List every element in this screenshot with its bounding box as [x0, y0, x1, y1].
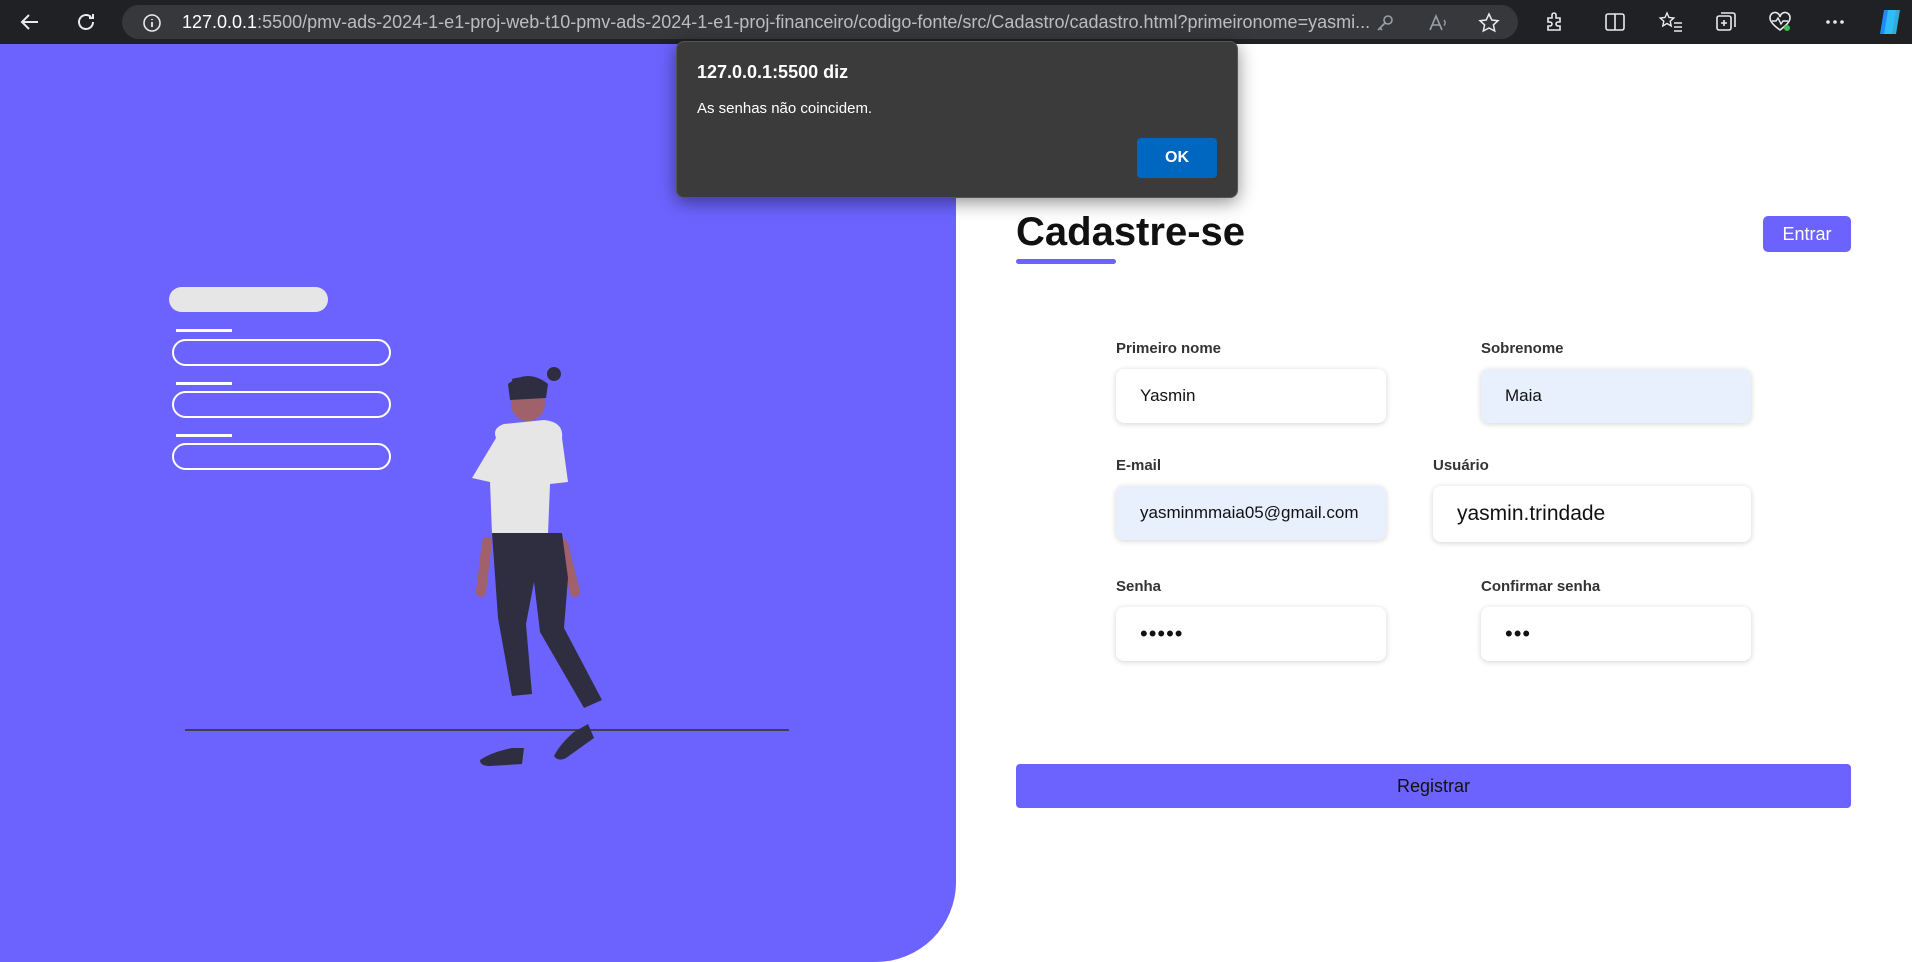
title-underline [1016, 259, 1116, 264]
address-bar[interactable]: 127.0.0.1:5500/pmv-ads-2024-1-e1-proj-we… [122, 5, 1518, 39]
copilot-icon[interactable] [1874, 6, 1906, 38]
confirm-password-label: Confirmar senha [1481, 578, 1601, 595]
last-name-input[interactable]: Maia [1481, 369, 1751, 423]
address-url[interactable]: 127.0.0.1:5500/pmv-ads-2024-1-e1-proj-we… [182, 5, 1472, 39]
dialog-title: 127.0.0.1:5500 diz [697, 62, 849, 82]
password-input[interactable]: ••••• [1116, 607, 1386, 661]
dialog-ok-button[interactable]: OK [1137, 138, 1217, 178]
back-arrow-icon[interactable] [16, 8, 44, 36]
confirm-password-input[interactable]: ••• [1481, 607, 1751, 661]
split-screen-icon[interactable] [1602, 9, 1628, 35]
login-button[interactable]: Entrar [1763, 216, 1851, 252]
first-name-input[interactable]: Yasmin [1116, 369, 1386, 423]
collections-icon[interactable] [1713, 9, 1739, 35]
key-icon[interactable] [1374, 12, 1396, 34]
browser-essentials-icon[interactable] [1767, 9, 1793, 35]
site-info-icon[interactable] [142, 13, 162, 38]
read-aloud-icon[interactable] [1427, 12, 1449, 34]
extensions-icon[interactable] [1542, 9, 1568, 35]
first-name-label: Primeiro nome [1116, 340, 1222, 357]
refresh-icon[interactable] [72, 8, 100, 36]
more-options-icon[interactable] [1822, 9, 1848, 35]
page-title: Cadastre-se [1016, 210, 1246, 254]
email-input[interactable]: yasminmmaia05@gmail.com [1116, 486, 1386, 540]
alert-dialog: 127.0.0.1:5500 diz As senhas não coincid… [676, 41, 1238, 198]
last-name-label: Sobrenome [1481, 340, 1564, 357]
register-button[interactable]: Registrar [1016, 764, 1851, 808]
dialog-message: As senhas não coincidem. [697, 100, 873, 117]
username-label: Usuário [1433, 457, 1489, 474]
username-input[interactable]: yasmin.trindade [1433, 486, 1751, 542]
favorite-star-icon[interactable] [1478, 12, 1500, 34]
browser-toolbar: 127.0.0.1:5500/pmv-ads-2024-1-e1-proj-we… [0, 0, 1912, 44]
email-label: E-mail [1116, 457, 1162, 474]
password-label: Senha [1116, 578, 1162, 595]
favorites-icon[interactable] [1658, 9, 1684, 35]
